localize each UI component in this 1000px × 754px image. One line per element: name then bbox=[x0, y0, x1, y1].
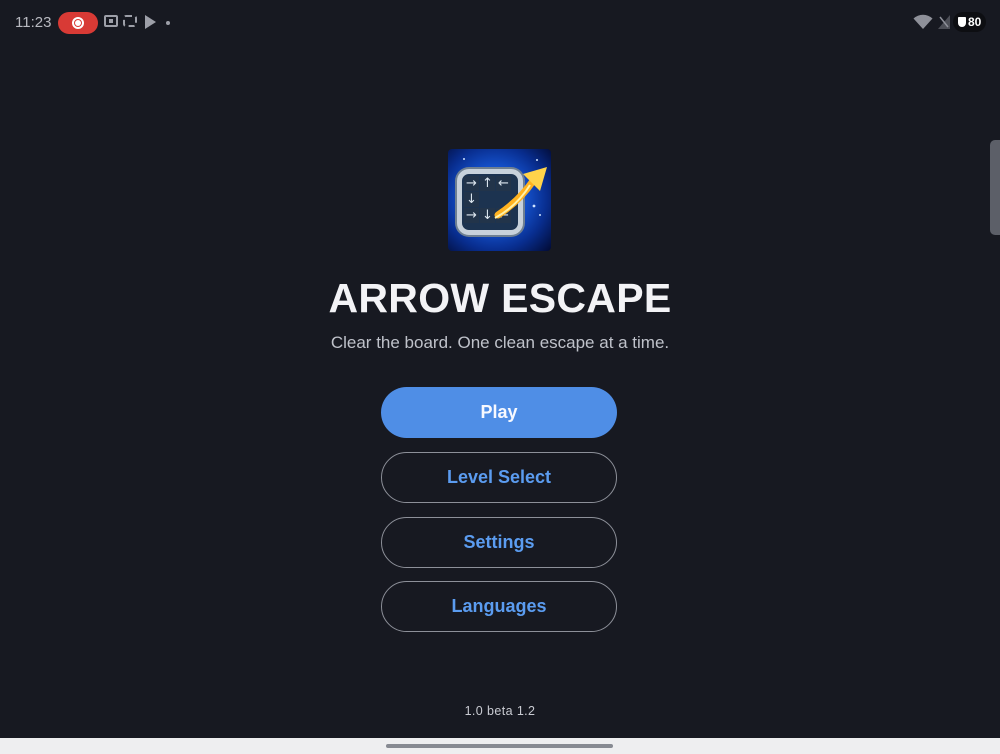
play-store-icon bbox=[145, 15, 156, 29]
screen-record-area-icon bbox=[123, 15, 137, 27]
level-select-button[interactable]: Level Select bbox=[381, 452, 617, 503]
wifi-icon bbox=[913, 14, 933, 29]
status-bar: 11:23 80 bbox=[0, 0, 1000, 44]
arrow-escape-logo-icon: → ↑ ← ↓ → ↓ ← bbox=[448, 149, 551, 251]
settings-button[interactable]: Settings bbox=[381, 517, 617, 568]
screen-record-icon[interactable] bbox=[58, 12, 98, 34]
languages-button[interactable]: Languages bbox=[381, 581, 617, 632]
play-button[interactable]: Play bbox=[381, 387, 617, 438]
battery-level: 80 bbox=[968, 15, 982, 29]
side-panel-handle[interactable] bbox=[990, 140, 1000, 235]
app-tagline: Clear the board. One clean escape at a t… bbox=[330, 333, 670, 352]
battery-shield-icon bbox=[958, 17, 966, 27]
more-notifications-icon bbox=[166, 21, 170, 25]
main-menu-screen: 11:23 80 → ↑ ← ↓ → ↓ ← ARROW ESCAPE Clea… bbox=[0, 0, 1000, 754]
cast-icon bbox=[104, 15, 118, 27]
navigation-bar bbox=[0, 738, 1000, 754]
app-title: ARROW ESCAPE bbox=[328, 275, 672, 321]
status-time: 11:23 bbox=[15, 14, 52, 31]
battery-indicator: 80 bbox=[953, 12, 986, 32]
home-gesture-handle[interactable] bbox=[386, 744, 613, 748]
version-label: 1.0 beta 1.2 bbox=[464, 704, 536, 718]
signal-icon bbox=[938, 15, 950, 29]
